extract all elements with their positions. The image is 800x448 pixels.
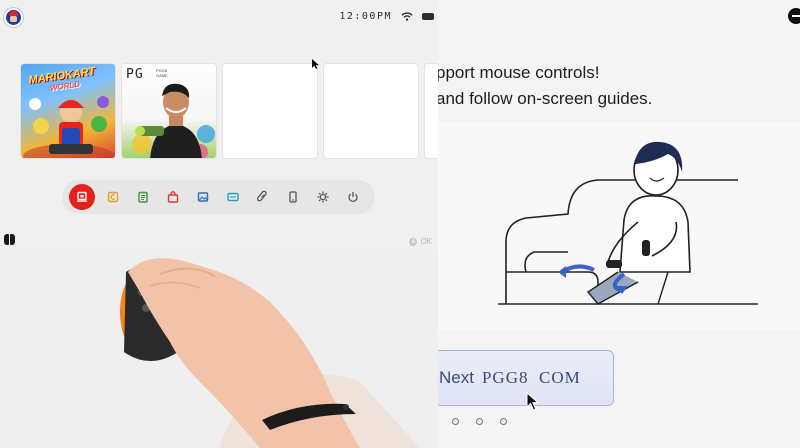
gallery-icon [197, 192, 208, 202]
user-avatar[interactable] [4, 8, 23, 27]
settings-gear-icon [317, 191, 328, 203]
game-tiles: MARIOKART WORLD PG PGG8 GAME [20, 63, 438, 159]
joycon-status [4, 234, 15, 245]
couch-illustration [438, 122, 800, 330]
ok-hint-label: OK [420, 237, 432, 246]
joycon-left-icon [4, 234, 9, 245]
status-bar: 12:00PM [339, 11, 434, 22]
eshop-bag-icon [167, 191, 178, 203]
page-dot[interactable] [500, 418, 507, 425]
wifi-icon [401, 12, 413, 21]
joycon-right-icon [10, 234, 15, 245]
page-indicator [452, 418, 507, 425]
mouse-pointer-icon [312, 59, 319, 69]
game-tile-pg[interactable]: PG PGG8 GAME [121, 63, 217, 159]
a-button-icon: A [409, 237, 418, 246]
power-button[interactable] [338, 183, 367, 212]
game-tile-mario-kart-world[interactable]: MARIOKART WORLD [20, 63, 116, 159]
controllers-icon [226, 192, 239, 202]
system-dock [62, 180, 375, 214]
game-tile-partial[interactable] [424, 63, 438, 159]
tutorial-panel: pport mouse controls! and follow on-scre… [438, 0, 800, 448]
shop-button[interactable] [69, 184, 95, 210]
next-button-label: Next [439, 368, 474, 387]
album-button[interactable] [128, 183, 157, 212]
news-icon [107, 191, 118, 203]
tutorial-line-1: pport mouse controls! [438, 63, 600, 82]
tutorial-line-2: and follow on-screen guides. [438, 89, 653, 108]
device-icon [288, 191, 297, 203]
game-tile-empty[interactable] [222, 63, 318, 159]
gallery-button[interactable] [188, 183, 217, 212]
page-dot[interactable] [476, 418, 483, 425]
clock: 12:00PM [339, 11, 392, 22]
home-menu: 12:00PM MARIOKART WORLD PG PGG8 GAME A O… [0, 0, 438, 252]
home-screen: 12:00PM MARIOKART WORLD PG PGG8 GAME A O… [0, 0, 438, 448]
ok-hint: A OK [409, 237, 432, 246]
link-button[interactable] [248, 183, 277, 212]
power-icon [347, 192, 358, 203]
controllers-button[interactable] [218, 183, 247, 212]
mario-kart-artwork [23, 96, 115, 158]
page-dot[interactable] [452, 418, 459, 425]
tutorial-text: pport mouse controls! and follow on-scre… [438, 60, 652, 112]
settings-button[interactable] [308, 183, 337, 212]
link-icon [256, 190, 267, 202]
pg-sub-logo: PGG8 GAME [156, 68, 168, 78]
game-tile-empty[interactable] [323, 63, 419, 159]
battery-icon [422, 13, 434, 20]
device-button[interactable] [278, 183, 307, 212]
close-button[interactable] [788, 8, 800, 24]
eshop-button[interactable] [158, 183, 187, 212]
mouse-cursor-icon [526, 392, 539, 411]
album-icon [137, 191, 148, 203]
hand-mouse-photo [0, 252, 438, 448]
shop-icon [77, 191, 87, 202]
news-button[interactable] [98, 183, 127, 212]
pg-logo: PG [126, 67, 144, 82]
next-button-watermark: PGG8 COM [481, 368, 581, 387]
